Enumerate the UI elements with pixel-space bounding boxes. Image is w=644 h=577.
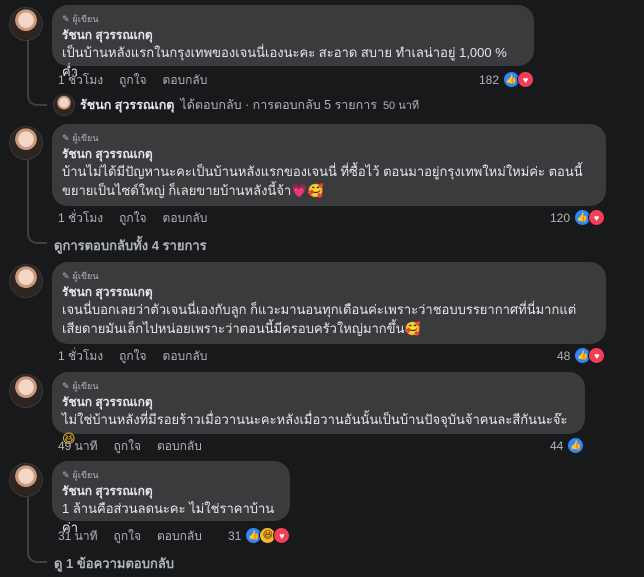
reaction-summary[interactable]: 31 👍 😆 ♥	[228, 527, 291, 544]
pencil-icon: ✎	[62, 14, 70, 24]
author-badge-label: ผู้เขียน	[72, 14, 99, 24]
comment-text-line: เสียดายมันเล็กไปหน่อยเพราะว่าตอนนี้มีครอ…	[62, 319, 596, 338]
comment-meta: 1 ชั่วโมง ถูกใจ ตอบกลับ	[58, 72, 207, 88]
pencil-icon: ✎	[62, 271, 70, 281]
timestamp[interactable]: 1 ชั่วโมง	[58, 210, 103, 226]
pink-heart-emoji: 💗	[291, 183, 308, 198]
heart-eyes-emoji: 🥰	[307, 183, 324, 198]
reaction-count: 48	[557, 348, 571, 363]
avatar[interactable]	[10, 8, 42, 40]
comment-thread: ✎ ผู้เขียน รัชนก สุวรรณเกตุ เป็นบ้านหลัง…	[0, 0, 644, 577]
author-badge: ✎ ผู้เขียน	[62, 379, 575, 393]
comment-text-line-2: เสียดายมันเล็กไปหน่อยเพราะว่าตอนนี้มีครอ…	[62, 321, 405, 336]
reply-button[interactable]: ตอบกลับ	[163, 72, 208, 88]
view-all-replies-link[interactable]: ดูการตอบกลับทั้ง 4 รายการ	[54, 235, 207, 256]
reply-button[interactable]: ตอบกลับ	[157, 528, 202, 544]
like-button[interactable]: ถูกใจ	[119, 72, 146, 88]
timestamp[interactable]: 1 ชั่วโมง	[58, 72, 103, 88]
love-reaction-icon: ♥	[588, 347, 606, 364]
author-badge-label: ผู้เขียน	[72, 381, 99, 391]
author-name[interactable]: รัชนก สุวรรณเกตุ	[62, 483, 280, 499]
love-reaction-icon: ♥	[273, 527, 291, 544]
reply-summary[interactable]: รัชนก สุวรรณเกตุ ได้ตอบกลับ · การตอบกลับ…	[54, 95, 419, 115]
author-badge: ✎ ผู้เขียน	[62, 269, 596, 283]
comment-bubble: ✎ ผู้เขียน รัชนก สุวรรณเกตุ เป็นบ้านหลัง…	[52, 5, 534, 79]
thread-connector	[27, 40, 47, 106]
reaction-summary[interactable]: 48 👍 ♥	[557, 347, 606, 364]
author-badge: ✎ ผู้เขียน	[62, 12, 524, 26]
like-button[interactable]: ถูกใจ	[119, 210, 146, 226]
reply-time: 50 นาที	[382, 100, 420, 112]
pencil-icon: ✎	[62, 133, 70, 143]
love-reaction-icon: ♥	[517, 71, 535, 88]
like-button[interactable]: ถูกใจ	[114, 438, 141, 454]
comment-bubble: ✎ ผู้เขียน รัชนก สุวรรณเกตุ ไม่ใช่บ้านหล…	[52, 372, 585, 446]
pencil-icon: ✎	[62, 470, 70, 480]
reply-button[interactable]: ตอบกลับ	[163, 348, 208, 364]
love-reaction-icon: ♥	[588, 209, 606, 226]
author-badge: ✎ ผู้เขียน	[62, 468, 280, 482]
avatar[interactable]	[10, 265, 42, 297]
reaction-summary[interactable]: 120 👍 ♥	[550, 209, 606, 226]
reply-button[interactable]: ตอบกลับ	[163, 210, 208, 226]
comment-bubble: ✎ ผู้เขียน รัชนก สุวรรณเกตุ 1 ล้านคือส่ว…	[52, 461, 290, 535]
reaction-count: 31	[228, 528, 242, 543]
comment-text-content: ไม่ใช่บ้านหลังที่มีรอยร้าวเมื่อวานนะคะหล…	[62, 412, 568, 427]
comment-text-line: บ้านไม่ได้มีปัญหานะคะเป็นบ้านหลังแรกของเ…	[62, 164, 583, 179]
comment-text-line: ขยายเป็นไซด์ใหญ่ ก็เลยขายบ้านหลังนี้จ้า💗…	[62, 181, 596, 200]
reaction-summary[interactable]: 44 👍	[550, 437, 585, 454]
view-one-reply-link[interactable]: ดู 1 ข้อความตอบกลับ	[54, 553, 174, 574]
reply-button[interactable]: ตอบกลับ	[157, 438, 202, 454]
comment-text-line-2: ขยายเป็นไซด์ใหญ่ ก็เลยขายบ้านหลังนี้จ้า	[62, 183, 292, 198]
reaction-count: 120	[550, 210, 571, 225]
reaction-count: 44	[550, 438, 564, 453]
reply-author-name: รัชนก สุวรรณเกตุ	[80, 98, 175, 112]
author-badge-label: ผู้เขียน	[72, 470, 99, 480]
author-name[interactable]: รัชนก สุวรรณเกตุ	[62, 27, 524, 43]
avatar[interactable]	[10, 375, 42, 407]
timestamp[interactable]: 49 นาที	[58, 438, 98, 454]
reply-summary-text: ได้ตอบกลับ · การตอบกลับ 5 รายการ	[180, 98, 377, 112]
thread-connector	[27, 497, 47, 563]
author-badge-label: ผู้เขียน	[72, 271, 99, 281]
heart-eyes-emoji: 🥰	[404, 321, 421, 336]
author-name[interactable]: รัชนก สุวรรณเกตุ	[62, 146, 596, 162]
comment-bubble: ✎ ผู้เขียน รัชนก สุวรรณเกตุ บ้านไม่ได้มี…	[52, 124, 606, 206]
comment-text-line: เจนนี่บอกเลยว่าตัวเจนนี่เองกับลูก ก็แวะม…	[62, 302, 577, 317]
author-name[interactable]: รัชนก สุวรรณเกตุ	[62, 394, 575, 410]
comment-meta: 1 ชั่วโมง ถูกใจ ตอบกลับ	[58, 348, 207, 364]
avatar[interactable]	[10, 127, 42, 159]
reply-avatar	[54, 95, 74, 115]
author-badge-label: ผู้เขียน	[72, 133, 99, 143]
comment-meta: 1 ชั่วโมง ถูกใจ ตอบกลับ	[58, 210, 207, 226]
like-button[interactable]: ถูกใจ	[114, 528, 141, 544]
avatar[interactable]	[10, 464, 42, 496]
author-name[interactable]: รัชนก สุวรรณเกตุ	[62, 284, 596, 300]
comment-meta: 49 นาที ถูกใจ ตอบกลับ	[58, 438, 202, 454]
like-button[interactable]: ถูกใจ	[119, 348, 146, 364]
comment-meta: 31 นาที ถูกใจ ตอบกลับ	[58, 528, 202, 544]
thread-connector	[27, 160, 47, 244]
reaction-summary[interactable]: 182 👍 ♥	[479, 71, 535, 88]
timestamp[interactable]: 1 ชั่วโมง	[58, 348, 103, 364]
timestamp[interactable]: 31 นาที	[58, 528, 98, 544]
reaction-count: 182	[479, 72, 500, 87]
author-badge: ✎ ผู้เขียน	[62, 131, 596, 145]
comment-bubble: ✎ ผู้เขียน รัชนก สุวรรณเกตุ เจนนี่บอกเลย…	[52, 262, 606, 344]
like-reaction-icon: 👍	[567, 437, 585, 454]
pencil-icon: ✎	[62, 381, 70, 391]
